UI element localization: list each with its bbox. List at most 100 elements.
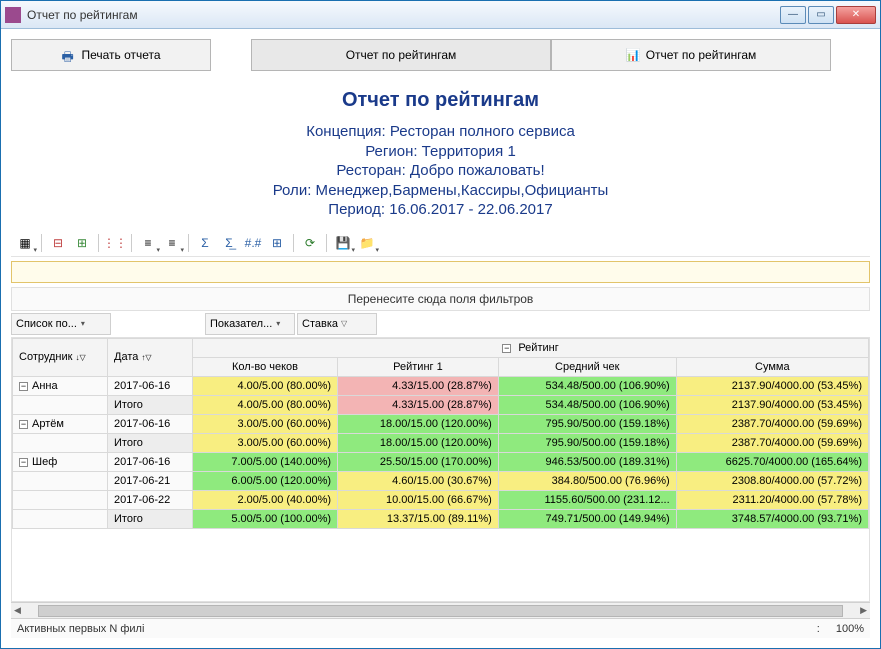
value-cell: 4.60/15.00 (30.67%) [338,471,499,490]
table-row[interactable]: −Шеф2017-06-167.00/5.00 (140.00%)25.50/1… [13,452,869,471]
value-cell: 4.33/15.00 (28.87%) [338,395,499,414]
open-folder-icon[interactable]: 📁 [357,233,377,253]
decimals-icon[interactable]: #.# [243,233,263,253]
status-bar: Активных первых N филі : 100% [11,618,870,638]
save-icon[interactable]: 💾 [333,233,353,253]
region-line: Регион: Территория 1 [11,142,870,162]
list-field[interactable]: Список по...▾ [11,313,111,335]
filter-dropzone[interactable]: Перенесите сюда поля фильтров [11,287,870,311]
sigma-icon[interactable]: Σ [195,233,215,253]
separator [98,234,99,252]
printer-icon [61,48,75,62]
print-report-button[interactable]: Печать отчета [11,39,211,71]
report-header: Отчет по рейтингам Концепция: Ресторан п… [11,85,870,220]
window-title: Отчет по рейтингам [27,8,780,22]
restaurant-line: Ресторан: Добро пожаловать! [11,161,870,181]
rate-field[interactable]: Ставка▽ [297,313,377,335]
col-rating1[interactable]: Рейтинг 1 [338,357,499,376]
separator [131,234,132,252]
value-cell: 795.90/500.00 (159.18%) [498,414,676,433]
value-cell: 1155.60/500.00 (231.12... [498,490,676,509]
value-cell: 534.48/500.00 (106.90%) [498,395,676,414]
filter-icon: ▽ [341,319,347,328]
table-row[interactable]: −Анна2017-06-164.00/5.00 (80.00%)4.33/15… [13,376,869,395]
status-text: Активных первых N филі [17,623,144,635]
value-cell: 534.48/500.00 (106.90%) [498,376,676,395]
report-title: Отчет по рейтингам [11,89,870,112]
subtotal-icon[interactable]: Σ̲ [219,233,239,253]
value-cell: 384.80/500.00 (76.96%) [498,471,676,490]
minimize-button[interactable]: — [780,6,806,24]
layout-icon[interactable]: ▦ [15,233,35,253]
collapse-row-icon[interactable]: − [19,420,28,429]
report-tab-2[interactable]: Отчет по рейтингам [551,39,831,71]
date-cell: 2017-06-16 [108,376,193,395]
table-row[interactable]: Итого5.00/5.00 (100.00%)13.37/15.00 (89.… [13,509,869,528]
table-row[interactable]: −Артём2017-06-163.00/5.00 (60.00%)18.00/… [13,414,869,433]
indicator-field[interactable]: Показател...▾ [205,313,295,335]
status-sep: : [817,623,820,635]
table-row[interactable]: 2017-06-222.00/5.00 (40.00%)10.00/15.00 … [13,490,869,509]
titlebar: Отчет по рейтингам — ▭ ✕ [1,1,880,29]
pivot-table: Сотрудник ↓▽ Дата ↑▽ − Рейтинг Кол-во че… [12,338,869,529]
expand-icon[interactable]: ⊞ [72,233,92,253]
table-row[interactable]: Итого4.00/5.00 (80.00%)4.33/15.00 (28.87… [13,395,869,414]
maximize-button[interactable]: ▭ [808,6,834,24]
value-cell: 4.33/15.00 (28.87%) [338,376,499,395]
pivot-grid[interactable]: Сотрудник ↓▽ Дата ↑▽ − Рейтинг Кол-во че… [11,337,870,603]
value-cell: 2137.90/4000.00 (53.45%) [676,395,868,414]
employee-cell [13,395,108,414]
value-cell: 2308.80/4000.00 (57.72%) [676,471,868,490]
employee-cell [13,509,108,528]
value-cell: 18.00/15.00 (120.00%) [338,414,499,433]
rating-group-header[interactable]: − Рейтинг [193,338,869,357]
employee-cell: −Артём [13,414,108,433]
align-left-icon[interactable]: ≡ [138,233,158,253]
collapse-row-icon[interactable]: − [19,458,28,467]
filter-bar[interactable] [11,261,870,283]
value-cell: 13.37/15.00 (89.11%) [338,509,499,528]
col-sum[interactable]: Сумма [676,357,868,376]
value-cell: 2.00/5.00 (40.00%) [193,490,338,509]
value-cell: 946.53/500.00 (189.31%) [498,452,676,471]
date-cell: 2017-06-16 [108,452,193,471]
table-row[interactable]: Итого3.00/5.00 (60.00%)18.00/15.00 (120.… [13,433,869,452]
column-field-row: Список по...▾ Показател...▾ Ставка▽ [11,313,870,335]
app-window: Отчет по рейтингам — ▭ ✕ Печать отчета О… [0,0,881,649]
col-avg-check[interactable]: Средний чек [498,357,676,376]
collapse-row-icon[interactable]: − [19,382,28,391]
value-cell: 6625.70/4000.00 (165.64%) [676,452,868,471]
collapse-icon[interactable]: ⊟ [48,233,68,253]
align-right-icon[interactable]: ≡ [162,233,182,253]
scroll-left-icon[interactable]: ◀ [11,605,24,616]
date-header[interactable]: Дата ↑▽ [108,338,193,376]
value-cell: 18.00/15.00 (120.00%) [338,433,499,452]
value-cell: 25.50/15.00 (170.00%) [338,452,499,471]
col-checks[interactable]: Кол-во чеков [193,357,338,376]
table-row[interactable]: 2017-06-216.00/5.00 (120.00%)4.60/15.00 … [13,471,869,490]
value-cell: 795.90/500.00 (159.18%) [498,433,676,452]
report-tab-1[interactable]: Отчет по рейтингам [251,39,551,71]
horizontal-scrollbar[interactable]: ◀ ▶ [11,602,870,618]
date-cell: 2017-06-21 [108,471,193,490]
content-area: Печать отчета Отчет по рейтингам Отчет п… [1,29,880,648]
scroll-thumb[interactable] [38,605,843,617]
grid-icon[interactable]: ⊞ [267,233,287,253]
refresh-icon[interactable]: ⟳ [300,233,320,253]
date-cell: 2017-06-16 [108,414,193,433]
close-button[interactable]: ✕ [836,6,876,24]
value-cell: 2311.20/4000.00 (57.78%) [676,490,868,509]
employee-header[interactable]: Сотрудник ↓▽ [13,338,108,376]
period-line: Период: 16.06.2017 - 22.06.2017 [11,200,870,220]
report-tab-2-label: Отчет по рейтингам [646,48,757,62]
value-cell: 3748.57/4000.00 (93.71%) [676,509,868,528]
collapse-group-icon[interactable]: − [502,344,511,353]
employee-cell [13,433,108,452]
pivot-toolbar: ▦ ⊟ ⊞ ⋮⋮ ≡ ≡ Σ Σ̲ #.# ⊞ ⟳ 💾 📁 [11,230,870,257]
value-cell: 5.00/5.00 (100.00%) [193,509,338,528]
date-cell: 2017-06-22 [108,490,193,509]
separator [293,234,294,252]
scroll-right-icon[interactable]: ▶ [857,605,870,616]
sort-icon[interactable]: ⋮⋮ [105,233,125,253]
report-tab-1-label: Отчет по рейтингам [346,48,457,62]
